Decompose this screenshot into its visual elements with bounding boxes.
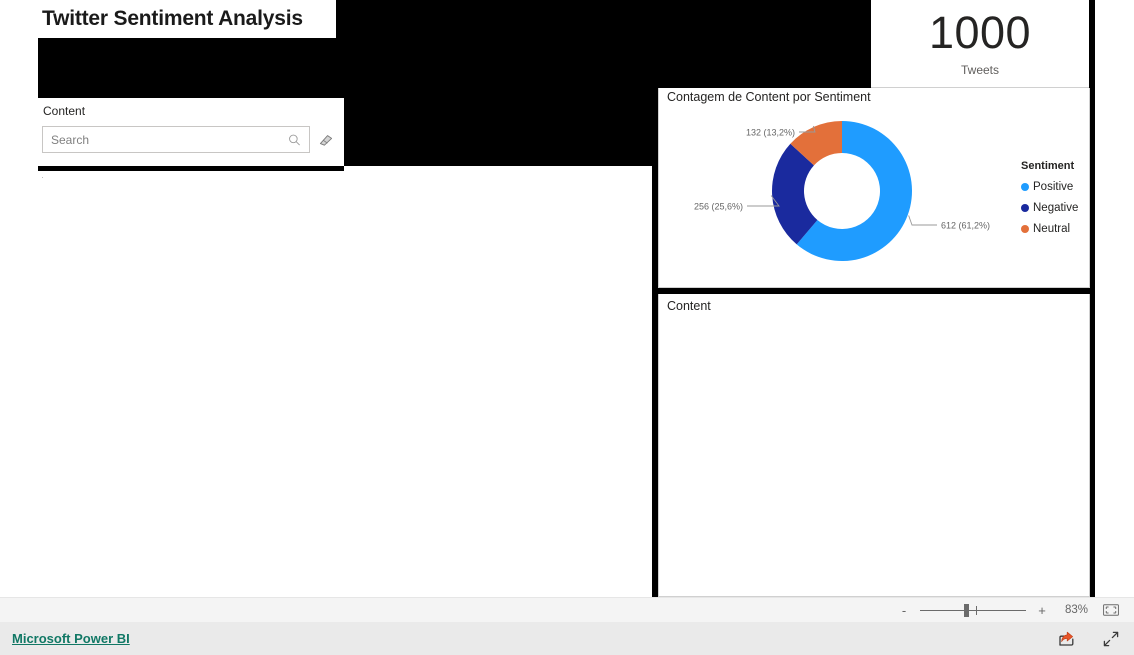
table-column-header: Content — [667, 299, 711, 313]
sentiment-donut-visual: Contagem de Content por Sentiment 612 (6… — [658, 88, 1090, 288]
donut-slices[interactable] — [772, 121, 912, 261]
slicer-title: Content — [43, 104, 86, 118]
power-bi-report-viewer: Twitter Sentiment Analysis Content · — [0, 0, 1134, 655]
legend-swatch-negative — [1021, 203, 1029, 212]
status-bar: - + 83% — [0, 597, 1134, 622]
slicer-controls-row — [42, 126, 336, 153]
zoom-slider[interactable] — [920, 603, 1026, 617]
footer-bar: Microsoft Power BI — [0, 622, 1134, 655]
zoom-percent-label: 83% — [1064, 604, 1088, 616]
legend-label-negative: Negative — [1033, 201, 1079, 214]
legend-swatch-neutral — [1021, 224, 1029, 233]
zoom-out-button[interactable]: - — [898, 604, 910, 617]
legend-title: Sentiment — [1021, 160, 1075, 172]
zoom-in-button[interactable]: + — [1036, 604, 1048, 617]
canvas-empty-left-area — [0, 171, 652, 597]
legend-label-neutral: Neutral — [1033, 222, 1071, 235]
content-table-visual: Content — [658, 294, 1090, 597]
page-background-band — [38, 166, 344, 171]
legend-item-positive[interactable]: Positive — [1021, 176, 1078, 197]
zoom-slider-tick — [976, 606, 977, 615]
report-title-card: Twitter Sentiment Analysis — [38, 0, 336, 38]
legend-item-neutral[interactable]: Neutral — [1021, 218, 1078, 239]
legend-items[interactable]: Positive Negative Neutral — [1021, 176, 1078, 239]
leader-line-positive — [908, 215, 937, 226]
eraser-icon[interactable] — [318, 132, 334, 148]
microsoft-power-bi-link[interactable]: Microsoft Power BI — [12, 631, 130, 646]
legend-item-negative[interactable]: Negative — [1021, 197, 1078, 218]
zoom-slider-track — [920, 610, 1026, 611]
data-label-positive: 612 (61,2%) — [941, 221, 990, 231]
kpi-label: Tweets — [960, 63, 999, 77]
donut-legend: Sentiment Positive Negative Neutral — [1021, 160, 1078, 239]
tweets-kpi-card: 1000 Tweets — [871, 0, 1089, 88]
zoom-slider-handle[interactable] — [964, 604, 969, 617]
fullscreen-icon[interactable] — [1102, 630, 1120, 648]
report-canvas: Twitter Sentiment Analysis Content · — [0, 0, 1134, 597]
search-box[interactable] — [42, 126, 310, 153]
data-label-neutral: 132 (13,2%) — [746, 128, 795, 138]
table-body[interactable] — [659, 313, 1089, 597]
fit-to-page-icon[interactable] — [1102, 603, 1120, 617]
kpi-value: 1000 — [928, 7, 1032, 58]
share-icon[interactable] — [1058, 630, 1076, 648]
search-input[interactable] — [43, 127, 309, 152]
content-slicer: Content — [38, 98, 344, 166]
legend-label-positive: Positive — [1033, 180, 1074, 193]
legend-swatch-positive — [1021, 182, 1029, 191]
data-label-negative: 256 (25,6%) — [694, 202, 743, 212]
page-title: Twitter Sentiment Analysis — [42, 7, 303, 30]
slicer-artifact-mark: · — [41, 172, 44, 182]
footer-actions — [1058, 630, 1120, 648]
